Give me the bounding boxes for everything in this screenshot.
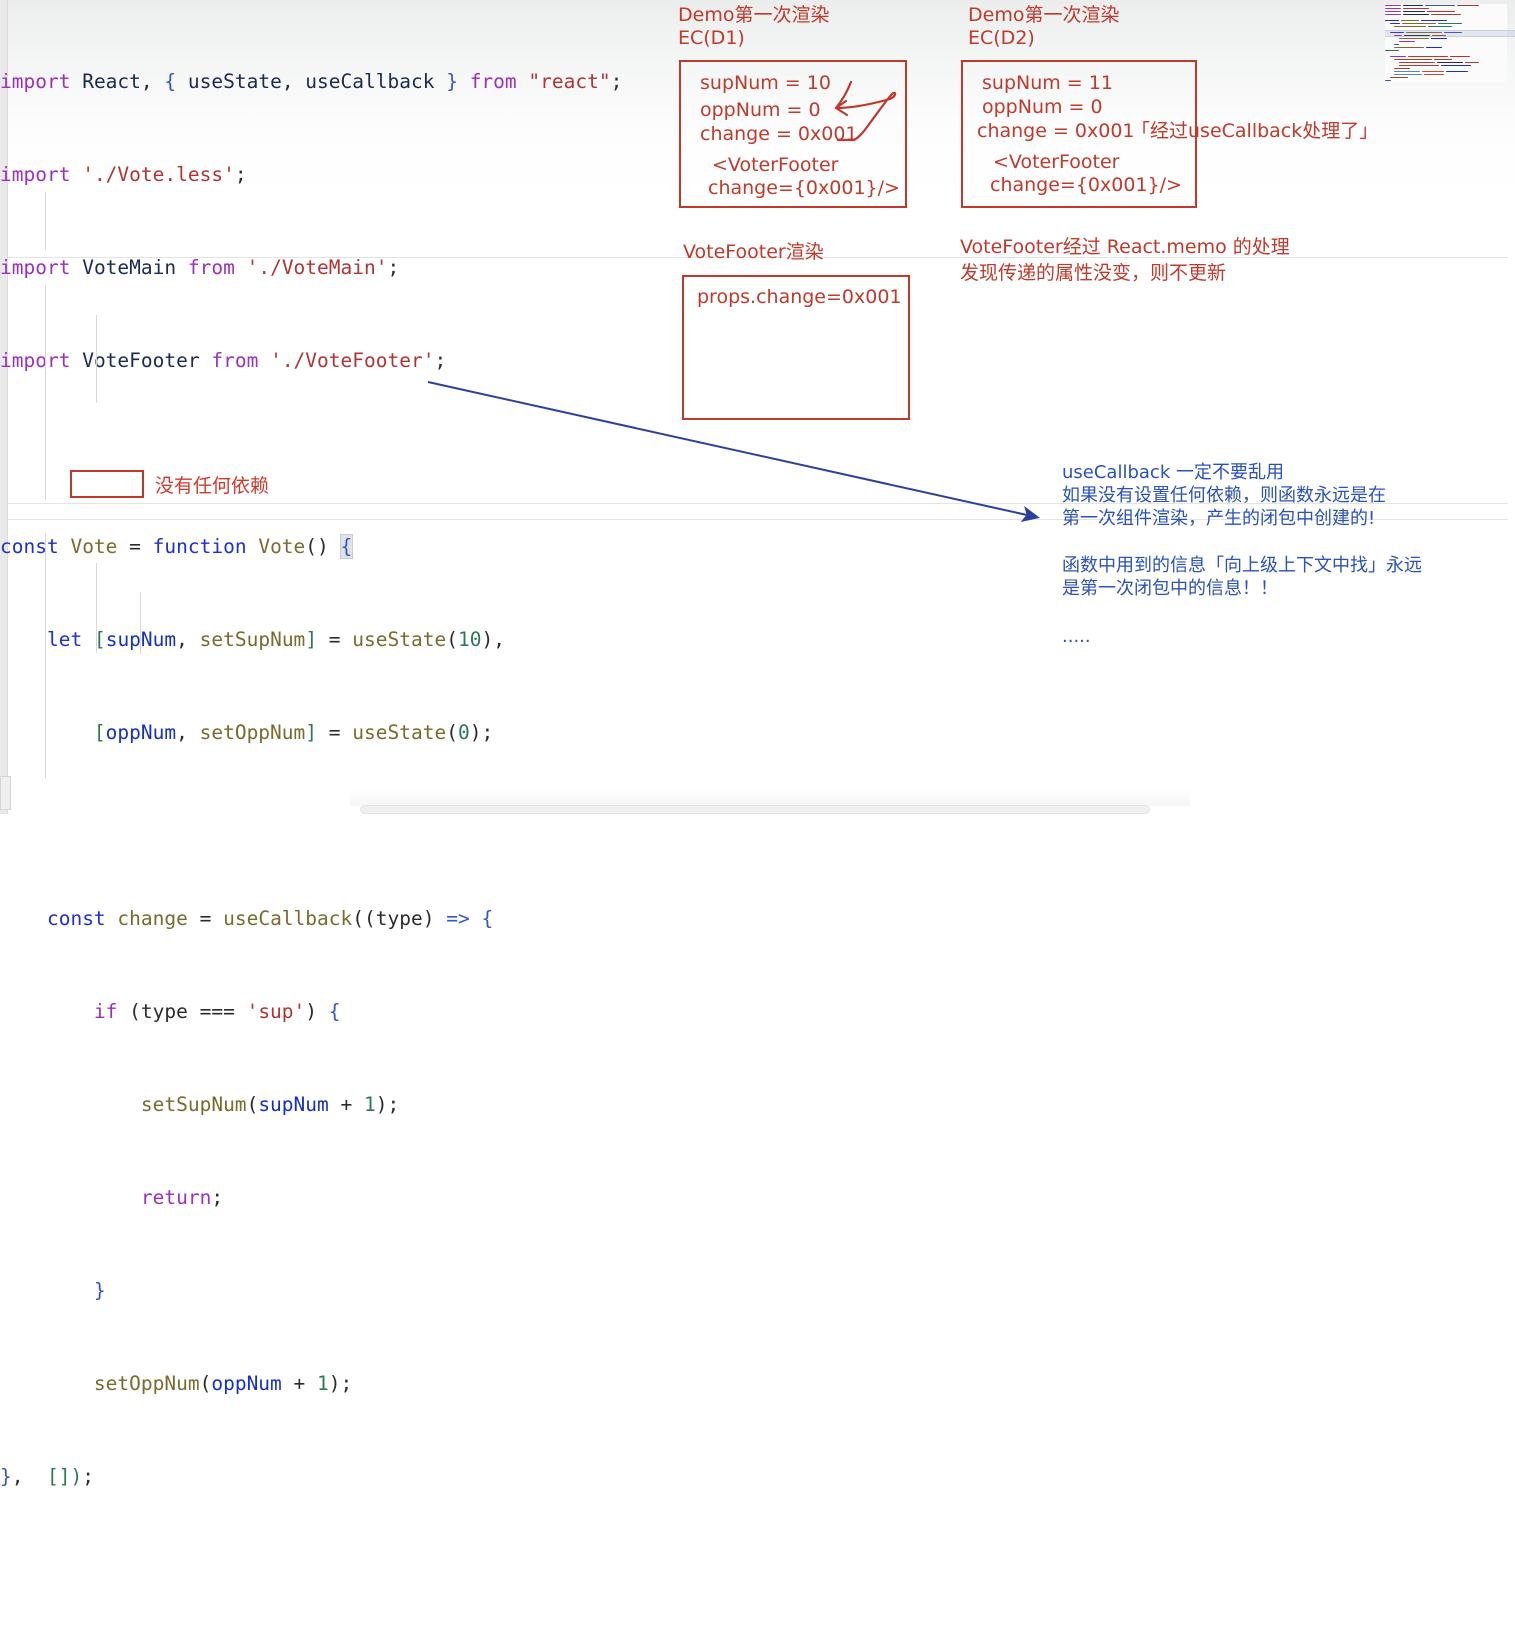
code-line: }	[93, 1279, 106, 1302]
minimap-viewport-slider[interactable]	[1385, 30, 1515, 37]
code-line: const Vote = function Vote() {	[0, 534, 354, 559]
use-callback-warning-note: useCallback 一定不要乱用 如果没有设置任何依赖，则函数永远是在 第一…	[1062, 462, 1386, 529]
code-line: import VoteFooter from './VoteFooter';	[0, 349, 447, 372]
ec-d2-line: change = 0x001	[977, 120, 1135, 142]
ec-d1-title: Demo第一次渲染 EC(D1)	[678, 4, 830, 49]
ec-d1-line: supNum = 10	[700, 72, 831, 94]
ec-d2-line: change={0x001}/>	[990, 174, 1182, 196]
code-minimap[interactable]	[1385, 4, 1507, 82]
code-line: import React, { useState, useCallback } …	[0, 70, 623, 93]
horizontal-scrollbar[interactable]	[360, 805, 1150, 814]
ec-d1-line: change={0x001}/>	[708, 177, 900, 199]
editor-fold-marker[interactable]	[0, 776, 11, 810]
ec-d2-line: oppNum = 0	[982, 96, 1103, 118]
ec-d2-title: Demo第一次渲染 EC(D2)	[968, 4, 1120, 49]
code-line: return;	[140, 1186, 224, 1209]
code-content[interactable]: import React, { useState, useCallback } …	[0, 4, 760, 1628]
code-line: if (type === 'sup') {	[93, 1000, 341, 1023]
ec-d2-inline-note: 「经过useCallback处理了」	[1131, 120, 1379, 142]
indent-guide	[96, 563, 97, 653]
indent-guide	[140, 592, 141, 654]
dependency-note-label: 没有任何依赖	[155, 475, 270, 497]
bottom-shadow	[350, 788, 1190, 806]
ellipsis-note: .....	[1062, 626, 1091, 647]
vote-footer-render-line: props.change=0x001	[697, 286, 902, 308]
code-line: const change = useCallback((type) => {	[46, 907, 494, 930]
code-line: setSupNum(supNum + 1);	[140, 1093, 400, 1116]
closure-info-note: 函数中用到的信息「向上级上下文中找」永远 是第一次闭包中的信息！！	[1062, 555, 1422, 599]
ec-d1-line: change = 0x001	[700, 123, 858, 145]
code-editor-pane[interactable]: import React, { useState, useCallback } …	[0, 0, 1508, 1488]
ec-d2-line: supNum = 11	[982, 72, 1113, 94]
indent-guide	[45, 533, 46, 778]
indent-guide	[96, 315, 97, 403]
code-line: }, []);	[0, 1465, 94, 1488]
indent-guide	[45, 285, 46, 500]
code-line: let [supNum, setSupNum] = useState(10),	[46, 628, 505, 651]
code-line: [oppNum, setOppNum] = useState(0);	[93, 721, 494, 744]
indent-guide	[45, 192, 46, 250]
ec-d1-line: oppNum = 0	[700, 99, 821, 121]
code-line: import './Vote.less';	[0, 163, 247, 186]
react-memo-note: VoteFooter经过 React.memo 的处理 发现传递的属性没变，则不…	[960, 236, 1290, 284]
code-line: setOppNum(oppNum + 1);	[93, 1372, 353, 1395]
dependency-array-highlight-box	[70, 470, 144, 498]
vote-footer-render-title: VoteFooter渲染	[683, 241, 824, 263]
